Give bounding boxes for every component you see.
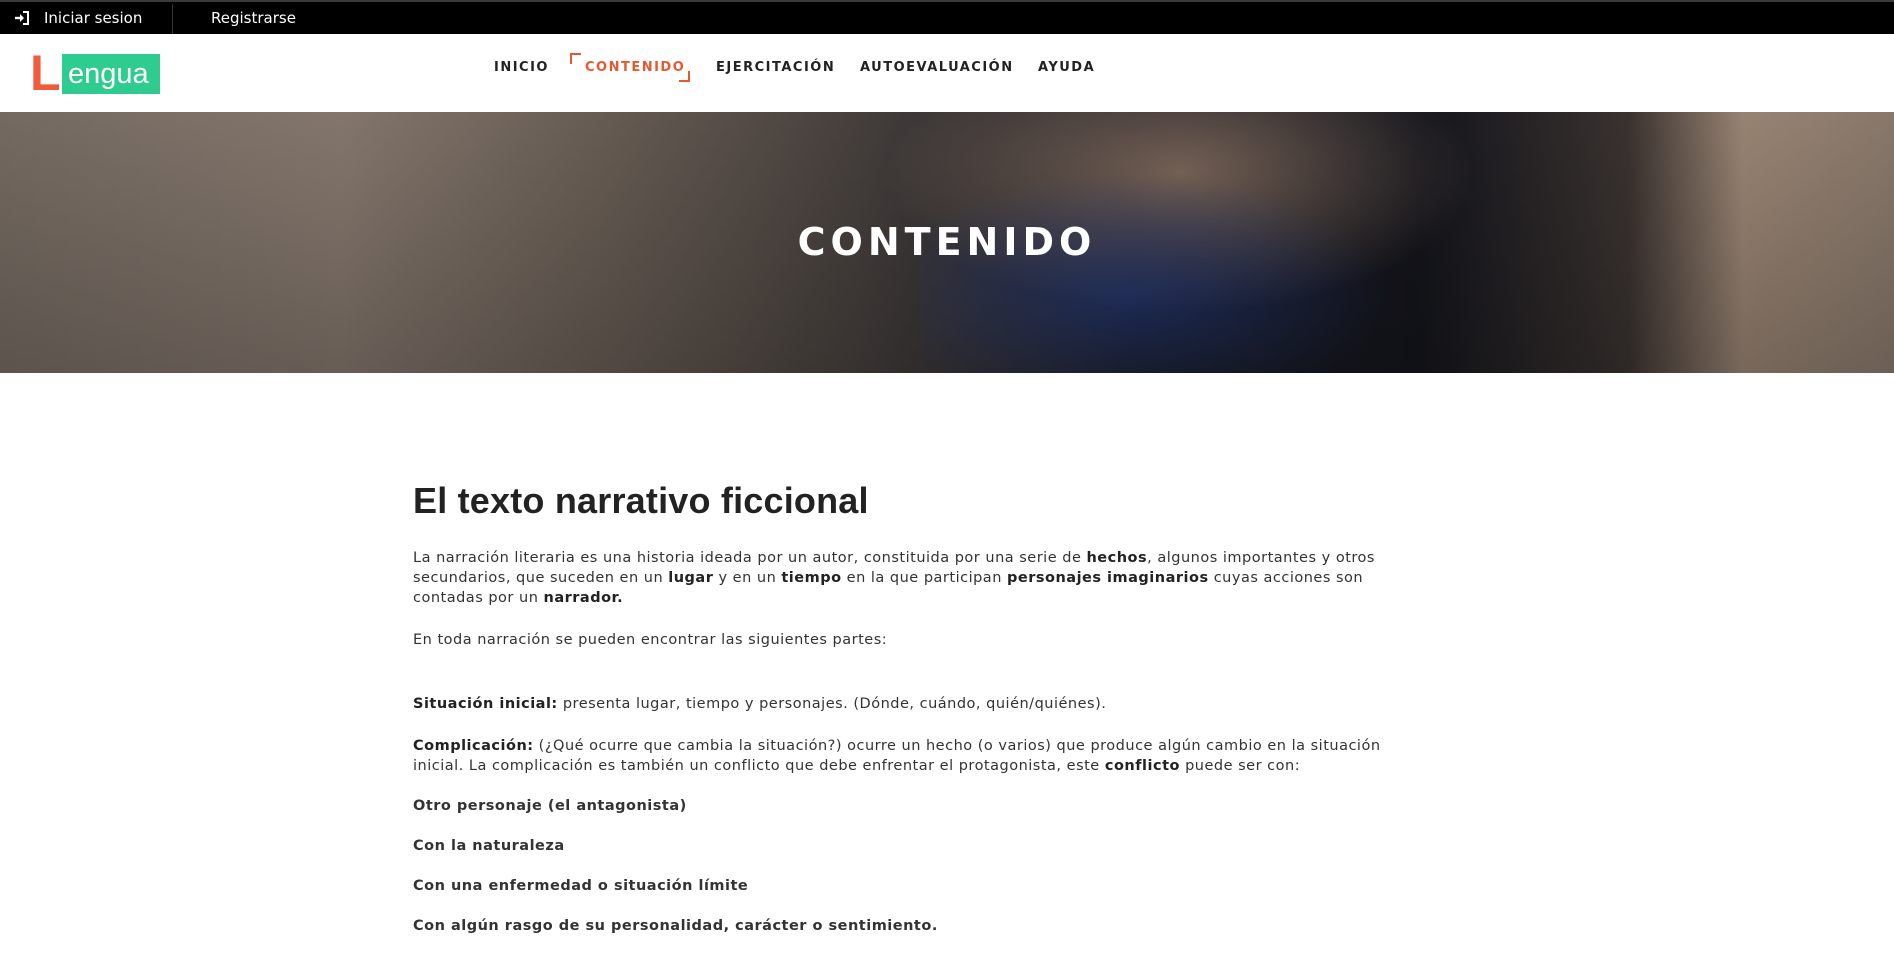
article-intro: La narración literaria es una historia i… [413,550,1375,606]
article: El texto narrativo ficcional La narració… [413,480,1413,934]
complicacion: Complicación: (¿Qué ocurre que cambia la… [413,738,1381,774]
situacion-inicial: Situación inicial: presenta lugar, tiemp… [413,696,1107,712]
site-logo[interactable]: L engua [30,48,163,98]
conflict-item: Con una enfermedad o situación límite [413,878,749,894]
topbar-divider [172,4,173,34]
main-navbar: L engua INICIO CONTENIDO EJERCITACIÓN AU… [0,34,1894,112]
active-bracket-top-left [570,53,581,64]
nav-item-inicio[interactable]: INICIO [494,60,549,75]
hero-banner: CONTENIDO [0,112,1894,373]
logo-text: engua [62,54,160,94]
active-bracket-bottom-right [679,71,690,82]
conflict-item: Con algún rasgo de su personalidad, cará… [413,918,938,934]
register-label: Registrarse [211,9,296,27]
conflict-item: Con la naturaleza [413,838,565,854]
login-label: Iniciar sesion [44,9,143,27]
nav-item-contenido[interactable]: CONTENIDO [585,60,685,75]
sign-in-icon [14,10,30,26]
nav-item-ejercitacion[interactable]: EJERCITACIÓN [716,60,835,75]
login-link[interactable]: Iniciar sesion [14,2,142,34]
register-link[interactable]: Registrarse [211,2,296,34]
top-bar: Iniciar sesion Registrarse [0,0,1894,34]
parts-intro: En toda narración se pueden encontrar la… [413,632,888,648]
article-title: El texto narrativo ficcional [413,480,869,521]
conflict-item: Otro personaje (el antagonista) [413,798,687,814]
logo-letter: L [30,45,61,101]
nav-item-ayuda[interactable]: AYUDA [1038,60,1095,75]
nav-item-autoevaluacion[interactable]: AUTOEVALUACIÓN [860,60,1014,75]
hero-title: CONTENIDO [797,220,1097,264]
